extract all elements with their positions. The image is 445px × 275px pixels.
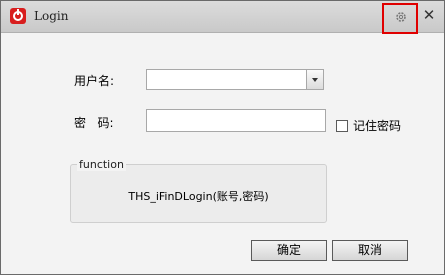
remember-password-label[interactable]: 记住密码: [353, 117, 401, 134]
password-label: 密 码:: [74, 116, 114, 130]
username-label: 用户名:: [74, 74, 115, 88]
password-field-wrapper: [146, 109, 329, 133]
app-logo-icon: [10, 8, 26, 24]
function-signature: THS_iFinDLogin(账号,密码): [128, 190, 269, 203]
remember-password-checkbox[interactable]: [336, 120, 348, 132]
title-bar: Login ✕: [1, 1, 444, 34]
ok-button[interactable]: 确定: [251, 240, 327, 261]
cancel-button[interactable]: 取消: [332, 240, 408, 261]
gear-icon[interactable]: [395, 11, 407, 23]
password-field[interactable]: [147, 110, 329, 133]
login-window: Login ✕ 用户名: 密 码: 记住密码 function THS_iFin…: [0, 0, 445, 275]
username-combobox[interactable]: [146, 69, 324, 90]
close-icon[interactable]: ✕: [421, 6, 437, 24]
window-title: Login: [34, 9, 69, 23]
function-group-title: function: [77, 158, 126, 171]
settings-highlight: [382, 3, 418, 34]
chevron-down-icon[interactable]: [306, 70, 323, 89]
